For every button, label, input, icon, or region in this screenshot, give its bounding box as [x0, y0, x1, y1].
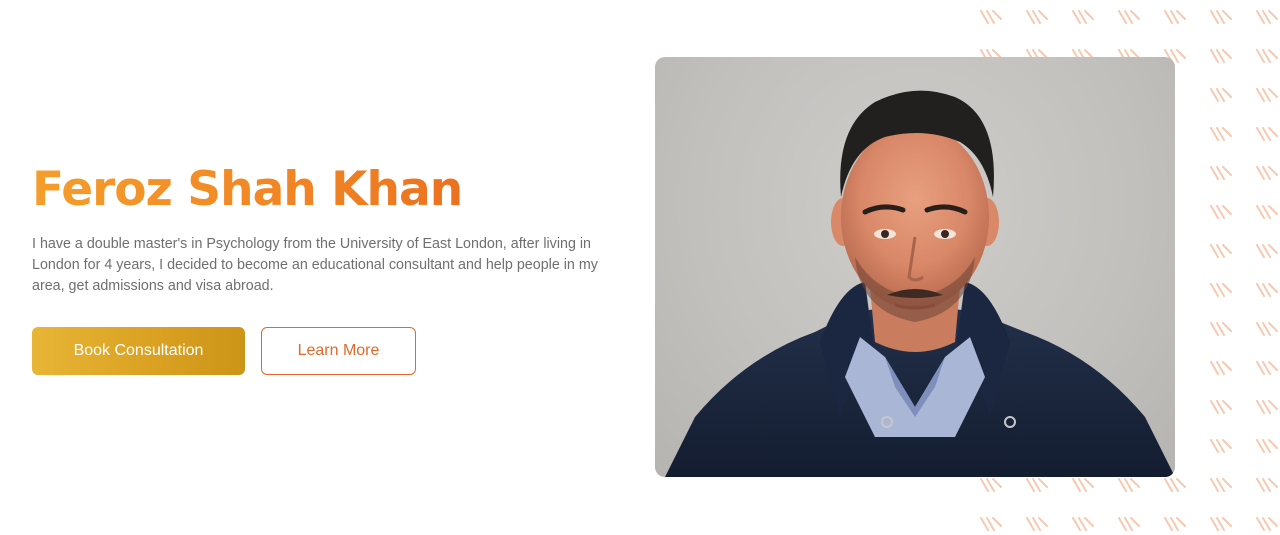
pattern-mark: [1256, 283, 1278, 297]
pattern-mark: [1210, 361, 1232, 375]
pattern-mark: [1164, 478, 1186, 492]
pattern-mark: [1026, 478, 1048, 492]
pattern-mark: [1210, 439, 1232, 453]
pattern-mark: [1256, 244, 1278, 258]
pattern-mark: [1256, 322, 1278, 336]
pattern-mark: [1256, 517, 1278, 531]
pattern-mark: [1164, 517, 1186, 531]
book-consultation-button[interactable]: Book Consultation: [32, 327, 245, 375]
hero-title: Feroz Shah Khan: [32, 160, 632, 220]
hero-content: Feroz Shah Khan I have a double master's…: [32, 160, 632, 375]
pattern-mark: [980, 517, 1002, 531]
pattern-mark: [1072, 10, 1094, 24]
pattern-mark: [1072, 517, 1094, 531]
pattern-mark: [1210, 127, 1232, 141]
pattern-mark: [1256, 205, 1278, 219]
pattern-mark: [1210, 517, 1232, 531]
pattern-mark: [1026, 517, 1048, 531]
pattern-mark: [1072, 478, 1094, 492]
learn-more-button[interactable]: Learn More: [261, 327, 416, 375]
pattern-mark: [1164, 10, 1186, 24]
pattern-mark: [1210, 244, 1232, 258]
pattern-mark: [1256, 166, 1278, 180]
pattern-mark: [1256, 10, 1278, 24]
pattern-mark: [1210, 400, 1232, 414]
pattern-mark: [1256, 127, 1278, 141]
pattern-mark: [980, 478, 1002, 492]
pattern-mark: [1118, 478, 1140, 492]
pattern-mark: [1256, 49, 1278, 63]
profile-photo: [655, 57, 1175, 477]
pattern-mark: [1210, 88, 1232, 102]
pattern-mark: [1256, 361, 1278, 375]
hero-description: I have a double master's in Psychology f…: [32, 236, 598, 294]
hero-buttons: Book Consultation Learn More: [32, 327, 632, 375]
pattern-mark: [1210, 478, 1232, 492]
pattern-mark: [1210, 205, 1232, 219]
pattern-mark: [1256, 400, 1278, 414]
pattern-mark: [1026, 10, 1048, 24]
pattern-mark: [1256, 478, 1278, 492]
pattern-mark: [1210, 322, 1232, 336]
pattern-mark: [1256, 88, 1278, 102]
pattern-mark: [1118, 517, 1140, 531]
pattern-mark: [1210, 49, 1232, 63]
pattern-mark: [1256, 439, 1278, 453]
pattern-mark: [1210, 166, 1232, 180]
pattern-mark: [1118, 10, 1140, 24]
pattern-mark: [1210, 283, 1232, 297]
pattern-mark: [980, 10, 1002, 24]
pattern-mark: [1210, 10, 1232, 24]
